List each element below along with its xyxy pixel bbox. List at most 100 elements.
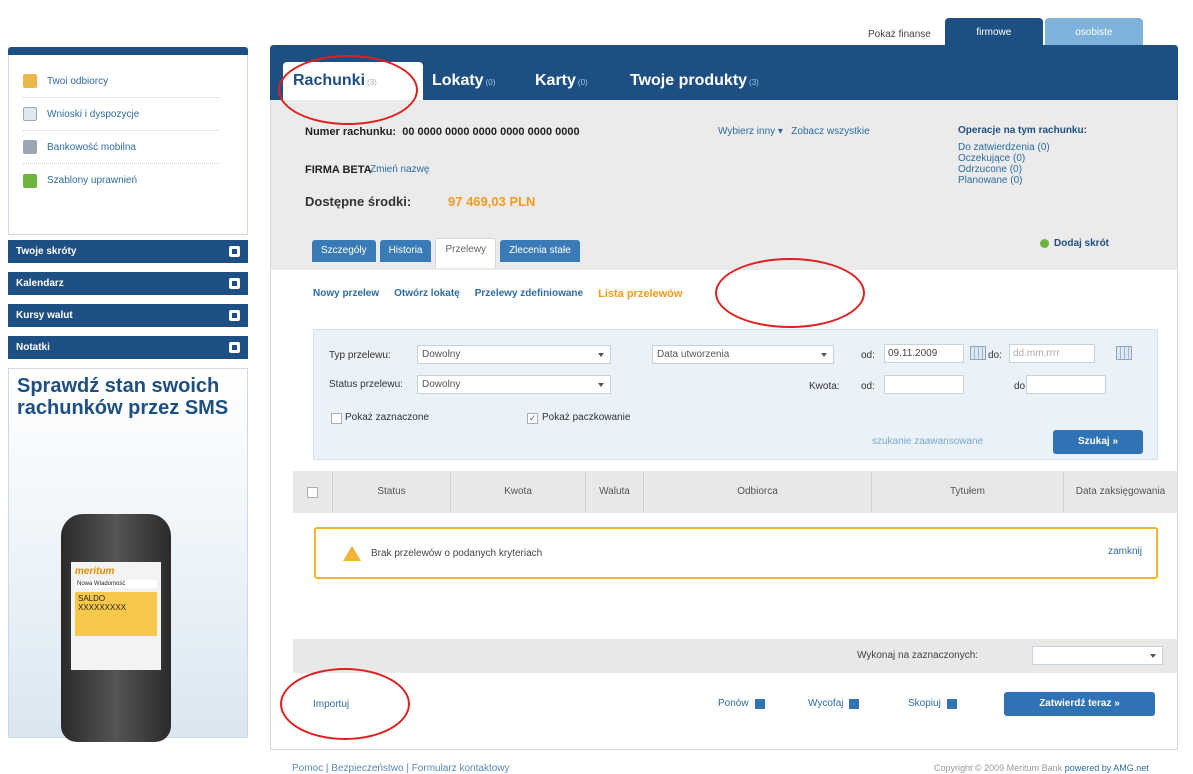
date-from-input[interactable]: 09.11.2009: [884, 344, 964, 363]
advanced-search-link[interactable]: szukanie zaawansowane: [872, 436, 983, 447]
transfers-nav: Nowy przelew Otwórz lokatę Przelewy zdef…: [313, 288, 697, 300]
search-button[interactable]: Szukaj »: [1053, 430, 1143, 454]
copy-button[interactable]: Skopiuj: [908, 698, 957, 709]
ops-rejected[interactable]: Odrzucone (0): [958, 164, 1158, 175]
calendar-icon[interactable]: [970, 346, 986, 360]
amount-from-label: od:: [861, 381, 875, 392]
sidebar-section-shortcuts[interactable]: Twoje skróty: [8, 240, 248, 263]
footer-links[interactable]: Pomoc | Bezpieczeństwo | Formularz konta…: [292, 763, 510, 774]
col-kwota[interactable]: Kwota: [451, 471, 586, 513]
withdraw-button[interactable]: Wycofaj: [808, 698, 860, 709]
copy-label: Skopiuj: [908, 698, 941, 709]
open-deposit-link[interactable]: Otwórz lokatę: [394, 288, 460, 300]
tab-szczegoly[interactable]: Szczegóły: [312, 240, 376, 262]
col-tytulem[interactable]: Tytułem: [872, 471, 1064, 513]
tab-historia[interactable]: Historia: [379, 240, 432, 262]
amount-from-input[interactable]: [884, 375, 964, 394]
withdraw-label: Wycofaj: [808, 698, 844, 709]
expand-icon[interactable]: [229, 246, 240, 257]
status-select[interactable]: Dowolny: [417, 375, 611, 394]
date-to-input[interactable]: dd.mm.rrrr: [1009, 344, 1095, 363]
ops-pending[interactable]: Oczekujące (0): [958, 153, 1158, 164]
col-status[interactable]: Status: [333, 471, 451, 513]
powered-by-link[interactable]: powered by AMG.net: [1065, 763, 1149, 773]
add-shortcut-button[interactable]: Dodaj skrót: [1040, 238, 1109, 249]
tab-label: Karty: [535, 72, 576, 89]
date-to-label: do:: [988, 350, 1002, 361]
sms-promo-banner[interactable]: Sprawdź stan swoich rachunków przez SMS …: [8, 368, 248, 742]
action-icon: [849, 698, 860, 709]
ops-planned[interactable]: Planowane (0): [958, 175, 1158, 186]
tab-karty[interactable]: Karty (0): [535, 62, 588, 100]
col-data-zaksiegowania[interactable]: Data zaksięgowania: [1064, 471, 1177, 513]
sidebar-section-notes[interactable]: Notatki: [8, 336, 248, 359]
phone-brand: meritum: [75, 566, 115, 577]
tab-label: Lokaty: [432, 72, 484, 89]
annotation-circle: [715, 258, 865, 328]
sidebar-item-recipients[interactable]: Twoi odbiorcy: [23, 65, 219, 98]
tab-count: (0): [577, 78, 588, 87]
tab-przelewy[interactable]: Przelewy: [435, 238, 497, 268]
empty-results-text: Brak przelewów o podanych kryteriach: [371, 548, 543, 559]
rename-link[interactable]: Zmień nazwę: [370, 164, 429, 175]
select-all-checkbox[interactable]: [307, 486, 318, 498]
type-label: Typ przelewu:: [329, 350, 391, 361]
sidebar-item-label: Twoi odbiorcy: [47, 75, 109, 87]
date-from-label: od:: [861, 350, 875, 361]
mobile-icon: [23, 140, 37, 154]
retry-button[interactable]: Ponów: [718, 698, 765, 709]
close-alert-link[interactable]: zamknij: [1108, 546, 1142, 557]
section-label: Twoje skróty: [16, 246, 77, 257]
choose-account-link[interactable]: Wybierz inny ▾: [718, 126, 783, 137]
plus-circle-icon: [1040, 239, 1049, 248]
status-label: Status przelewu:: [329, 379, 403, 390]
sidebar-section-rates[interactable]: Kursy walut: [8, 304, 248, 327]
calendar-icon[interactable]: [1116, 346, 1132, 360]
chevron-down-icon: [821, 353, 827, 357]
tab-zlecenia-stale[interactable]: Zlecenia stałe: [500, 240, 580, 262]
expand-icon[interactable]: [229, 310, 240, 321]
sidebar-top-bar: [8, 47, 248, 55]
date-type-select[interactable]: Data utworzenia: [652, 345, 834, 364]
annotation-circle: [278, 55, 418, 125]
phone-image: meritum Nowa Wiadomość SALDO XXXXXXXXX: [61, 514, 171, 742]
operations-title: Operacje na tym rachunku:: [958, 125, 1087, 136]
confirm-now-button[interactable]: Zatwierdź teraz »: [1004, 692, 1155, 716]
tab-firmowe[interactable]: firmowe: [944, 18, 1043, 48]
promo-title: Sprawdź stan swoich rachunków przez SMS: [17, 375, 229, 419]
sidebar-section-calendar[interactable]: Kalendarz: [8, 272, 248, 295]
show-marked-checkbox[interactable]: [331, 413, 342, 424]
defined-transfers-link[interactable]: Przelewy zdefiniowane: [475, 288, 583, 300]
execute-select[interactable]: [1032, 646, 1163, 665]
col-odbiorca[interactable]: Odbiorca: [644, 471, 872, 513]
new-transfer-link[interactable]: Nowy przelew: [313, 288, 379, 300]
see-all-link[interactable]: Zobacz wszystkie: [791, 126, 869, 137]
sidebar-links: Twoi odbiorcy Wnioski i dyspozycje Banko…: [8, 55, 248, 235]
balance-value: 97 469,03 PLN: [448, 194, 536, 209]
col-waluta[interactable]: Waluta: [586, 471, 644, 513]
ops-to-approve[interactable]: Do zatwierdzenia (0): [958, 142, 1158, 153]
annotation-circle: [280, 668, 410, 740]
copyright-text: Copyright © 2009 Meritum Bank: [934, 763, 1063, 773]
transfers-list-link[interactable]: Lista przelewów: [598, 288, 682, 300]
table-header: Status Kwota Waluta Odbiorca Tytułem Dat…: [293, 471, 1177, 513]
section-label: Kalendarz: [16, 278, 64, 289]
tab-lokaty[interactable]: Lokaty (0): [432, 62, 495, 100]
expand-icon[interactable]: [229, 342, 240, 353]
type-select[interactable]: Dowolny: [417, 345, 611, 364]
show-grouping-checkbox[interactable]: ✓: [527, 413, 538, 424]
sidebar-item-mobile[interactable]: Bankowość mobilna: [23, 131, 219, 164]
tab-label: Twoje produkty: [630, 72, 748, 89]
expand-icon[interactable]: [229, 278, 240, 289]
amount-to-input[interactable]: [1026, 375, 1106, 394]
users-icon: [23, 173, 37, 188]
tab-osobiste[interactable]: osobiste: [1044, 18, 1143, 48]
person-icon: [23, 74, 37, 88]
section-label: Notatki: [16, 342, 50, 353]
account-links: Wybierz inny ▾ Zobacz wszystkie: [718, 126, 870, 137]
bulk-actions-bar: Wykonaj na zaznaczonych:: [293, 639, 1177, 673]
tab-twoje-produkty[interactable]: Twoje produkty (3): [630, 62, 759, 100]
tab-count: (0): [485, 78, 496, 87]
sidebar-item-applications[interactable]: Wnioski i dyspozycje: [23, 98, 219, 131]
sidebar-item-permissions[interactable]: Szablony uprawnień: [23, 164, 219, 197]
